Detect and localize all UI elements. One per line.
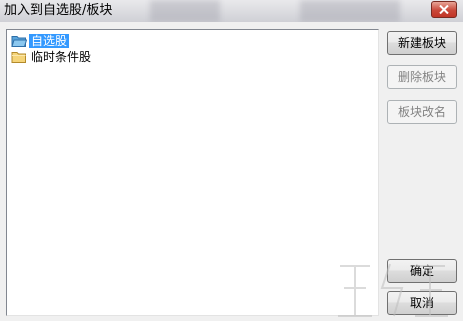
- folder-icon: [11, 52, 26, 63]
- dialog-window: 加入到自选股/板块 自选股 临时条件股 新建板块 删除板块 板块改名 确定 取消: [0, 0, 463, 321]
- delete-block-button[interactable]: 删除板块: [387, 65, 457, 89]
- blurred-background: [150, 0, 220, 22]
- close-icon: [439, 5, 449, 14]
- tree-item-label: 自选股: [29, 34, 70, 48]
- tree-item-favorites[interactable]: 自选股: [11, 33, 70, 49]
- ok-button[interactable]: 确定: [387, 259, 457, 283]
- rename-block-button[interactable]: 板块改名: [387, 100, 457, 124]
- close-button[interactable]: [431, 1, 457, 18]
- tree-item-label: 临时条件股: [31, 50, 92, 64]
- tree-item-temp-condition[interactable]: 临时条件股: [11, 49, 93, 65]
- title-bar[interactable]: 加入到自选股/板块: [0, 0, 463, 22]
- blurred-background: [300, 0, 400, 22]
- cancel-button[interactable]: 取消: [387, 291, 457, 315]
- new-block-button[interactable]: 新建板块: [387, 31, 457, 55]
- folder-open-icon: [11, 36, 27, 47]
- block-tree[interactable]: 自选股 临时条件股: [6, 29, 379, 316]
- window-title: 加入到自选股/板块: [4, 3, 113, 18]
